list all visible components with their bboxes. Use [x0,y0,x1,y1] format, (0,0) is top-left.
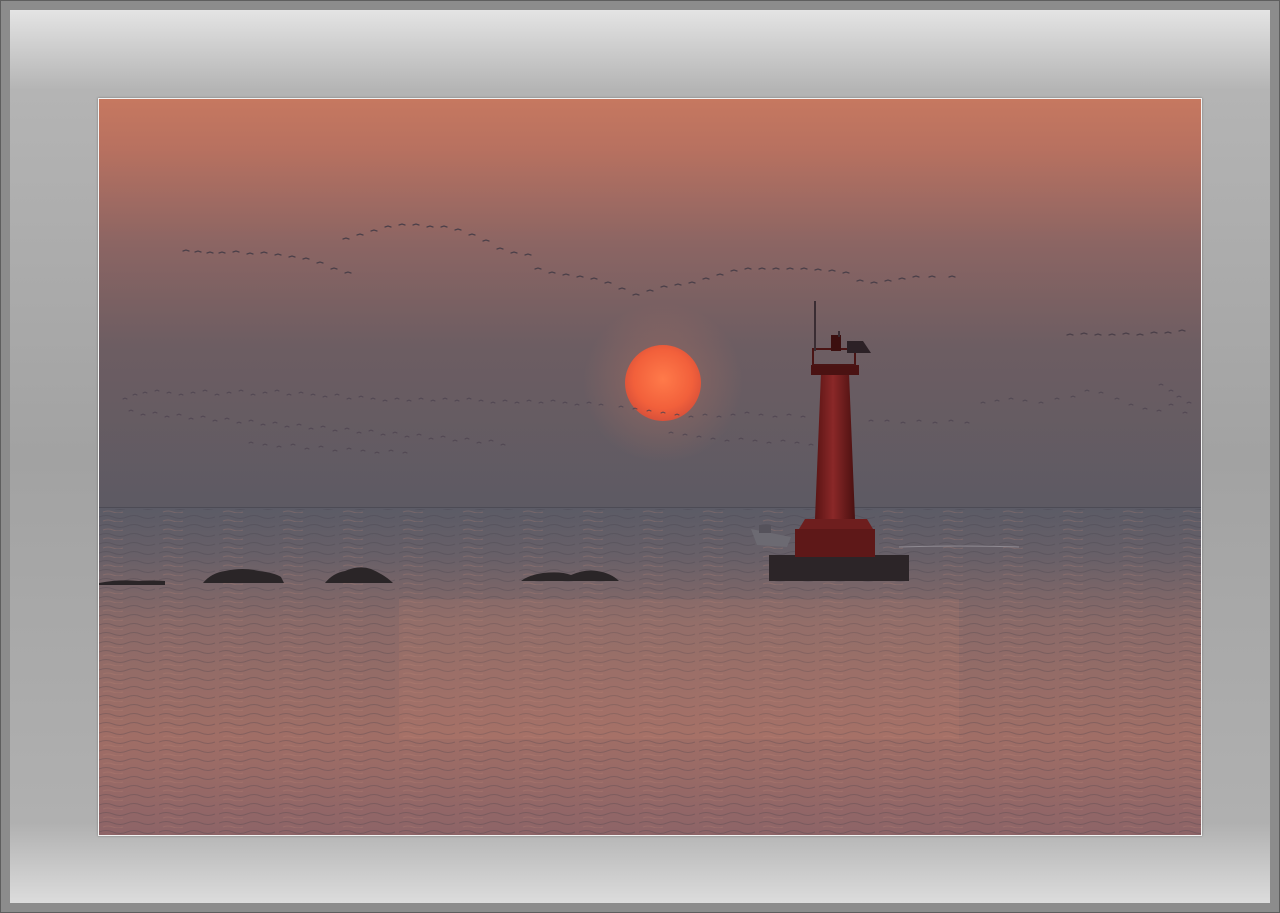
lighthouse-base [769,555,909,581]
sun [625,345,701,421]
sunset-photo [99,99,1201,835]
photo-mount [98,98,1202,836]
sun-reflection [399,599,959,739]
photo-frame [0,0,1280,913]
